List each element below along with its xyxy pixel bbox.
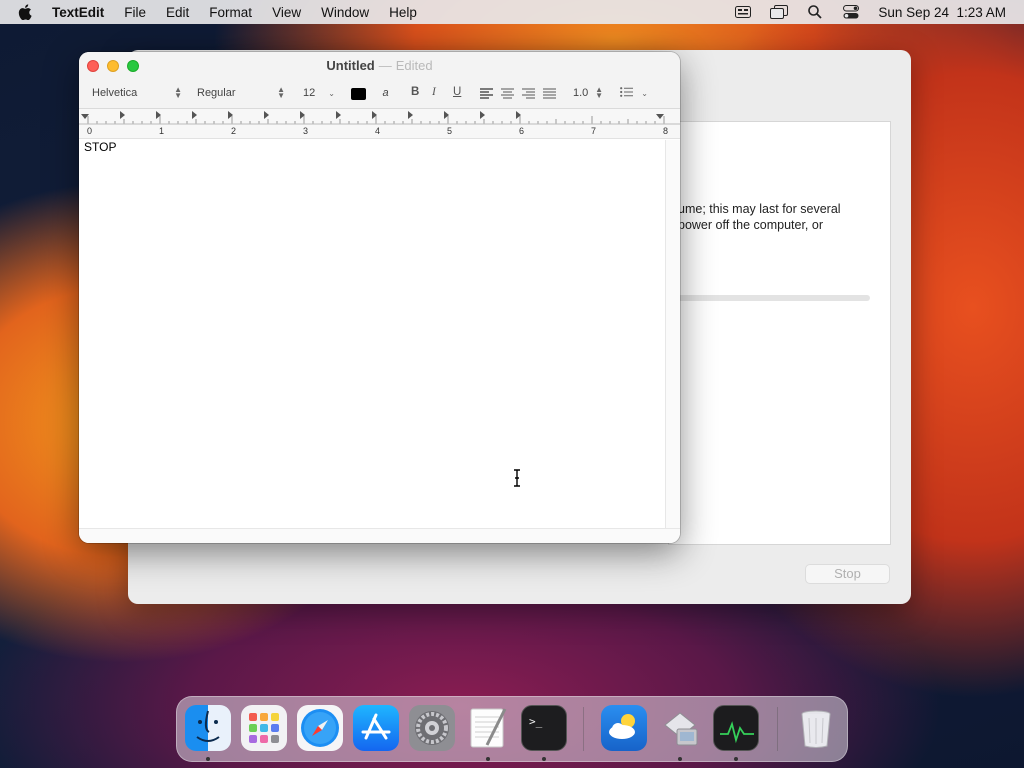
tab-stop-marker <box>408 111 413 119</box>
terminal-icon[interactable]: >_ <box>521 705 567 751</box>
font-style-popup[interactable]: Regular ▲ ▼ <box>197 85 285 100</box>
dock: >_ <box>176 696 848 762</box>
control-center-icon[interactable] <box>842 5 860 19</box>
weather-icon[interactable] <box>601 705 647 751</box>
running-indicator <box>206 757 210 761</box>
menu-view[interactable]: View <box>272 5 301 20</box>
ruler-number: 5 <box>447 126 453 136</box>
textedit-window: Untitled — Edited Helvetica ▲ ▼ Regular ▲ ▼ … <box>79 52 680 543</box>
align-left-icon[interactable] <box>480 88 493 102</box>
safari-icon[interactable] <box>297 705 343 751</box>
activity-monitor-icon[interactable] <box>713 705 759 751</box>
menu-format[interactable]: Format <box>209 5 252 20</box>
textedit-app-icon[interactable] <box>465 705 511 751</box>
title-separator: — <box>378 58 392 73</box>
dock-separator <box>777 707 778 751</box>
dock-separator <box>583 707 584 751</box>
tab-stop-marker <box>192 111 197 119</box>
dialog-progress-bar <box>678 295 870 301</box>
document-text-area[interactable]: STOP <box>79 140 665 528</box>
ruler[interactable]: 0 1 2 3 4 5 6 7 8 <box>79 109 680 139</box>
chevron-down-icon: ⌄ <box>641 89 648 98</box>
menubar-clock[interactable]: Sun Sep 24 1:23 AM <box>878 5 1006 20</box>
running-indicator <box>734 757 738 761</box>
horizontal-scrollbar[interactable] <box>79 528 680 543</box>
tab-stop-marker <box>264 111 269 119</box>
italic-button[interactable]: I <box>432 86 436 98</box>
menu-file[interactable]: File <box>124 5 146 20</box>
system-settings-icon[interactable] <box>409 705 455 751</box>
document-name: Untitled <box>326 58 375 73</box>
screen-mirroring-icon[interactable] <box>770 5 789 19</box>
tab-stop-marker <box>120 111 125 119</box>
align-right-icon[interactable] <box>522 88 535 102</box>
svg-text:>_: >_ <box>529 715 543 728</box>
popup-arrows-icon: ▲ ▼ <box>277 85 285 100</box>
dialog-content-panel <box>668 121 891 545</box>
boot-camp-assistant-icon[interactable] <box>657 705 703 751</box>
underline-button[interactable]: U <box>453 86 461 98</box>
font-size-value: 12 <box>303 87 316 99</box>
align-justify-icon[interactable] <box>543 88 556 102</box>
ruler-number: 1 <box>159 126 165 136</box>
launchpad-icon[interactable] <box>241 705 287 751</box>
vertical-scrollbar[interactable] <box>665 140 680 528</box>
bulleted-list-icon <box>620 87 633 100</box>
ruler-number: 3 <box>303 126 309 136</box>
finder-icon[interactable] <box>185 705 231 751</box>
ruler-number: 6 <box>519 126 525 136</box>
spotlight-search-icon[interactable] <box>806 5 824 19</box>
align-center-icon[interactable] <box>501 88 514 102</box>
tab-stop-marker <box>480 111 485 119</box>
list-style-popup[interactable]: ⌄ <box>620 87 648 100</box>
ruler-number: 8 <box>663 126 669 136</box>
dialog-message-line-2: power off the computer, or <box>678 218 823 232</box>
ruler-number: 4 <box>375 126 381 136</box>
running-indicator <box>486 757 490 761</box>
running-indicator <box>542 757 546 761</box>
font-style-value: Regular <box>197 87 236 99</box>
trash-icon[interactable] <box>793 705 839 751</box>
font-family-value: Helvetica <box>92 87 138 99</box>
keyboard-input-icon[interactable] <box>734 5 752 19</box>
menu-bar: TextEdit File Edit Format View Window He… <box>0 0 1024 24</box>
menu-app-name[interactable]: TextEdit <box>52 5 104 20</box>
tab-stop-marker <box>336 111 341 119</box>
text-color-well[interactable] <box>351 88 366 100</box>
line-spacing-popup[interactable]: 1.0 ▲ ▼ <box>573 85 603 100</box>
bold-button[interactable]: B <box>411 86 419 98</box>
apple-menu-icon[interactable] <box>18 4 38 20</box>
stop-button[interactable]: Stop <box>805 564 890 584</box>
chevron-down-icon: ⌄ <box>328 88 335 98</box>
dialog-message-line-1: ume; this may last for several <box>678 202 841 216</box>
font-family-popup[interactable]: Helvetica ▲ ▼ <box>92 85 182 100</box>
popup-arrows-icon: ▲ ▼ <box>174 85 182 100</box>
ruler-number: 0 <box>87 126 93 136</box>
font-size-combo[interactable]: 12 ⌄ <box>303 87 335 99</box>
highlight-color-button[interactable]: a <box>377 85 394 102</box>
menu-edit[interactable]: Edit <box>166 5 189 20</box>
window-titlebar[interactable]: Untitled — Edited Helvetica ▲ ▼ Regular ▲ ▼ … <box>79 52 680 109</box>
app-store-icon[interactable] <box>353 705 399 751</box>
menu-window[interactable]: Window <box>321 5 369 20</box>
running-indicator <box>678 757 682 761</box>
document-text[interactable]: STOP <box>84 140 116 154</box>
format-toolbar: Helvetica ▲ ▼ Regular ▲ ▼ 12 ⌄ a B I U 1… <box>79 84 680 106</box>
popup-arrows-icon: ▲ ▼ <box>595 85 603 100</box>
menu-help[interactable]: Help <box>389 5 417 20</box>
ruler-number: 2 <box>231 126 237 136</box>
line-spacing-value: 1.0 <box>573 87 589 99</box>
ruler-number: 7 <box>591 126 597 136</box>
ibeam-cursor-icon <box>514 469 520 487</box>
window-title: Untitled — Edited <box>79 58 680 73</box>
dialog-message: ume; this may last for several power off… <box>678 201 883 233</box>
edited-indicator: Edited <box>395 58 433 73</box>
